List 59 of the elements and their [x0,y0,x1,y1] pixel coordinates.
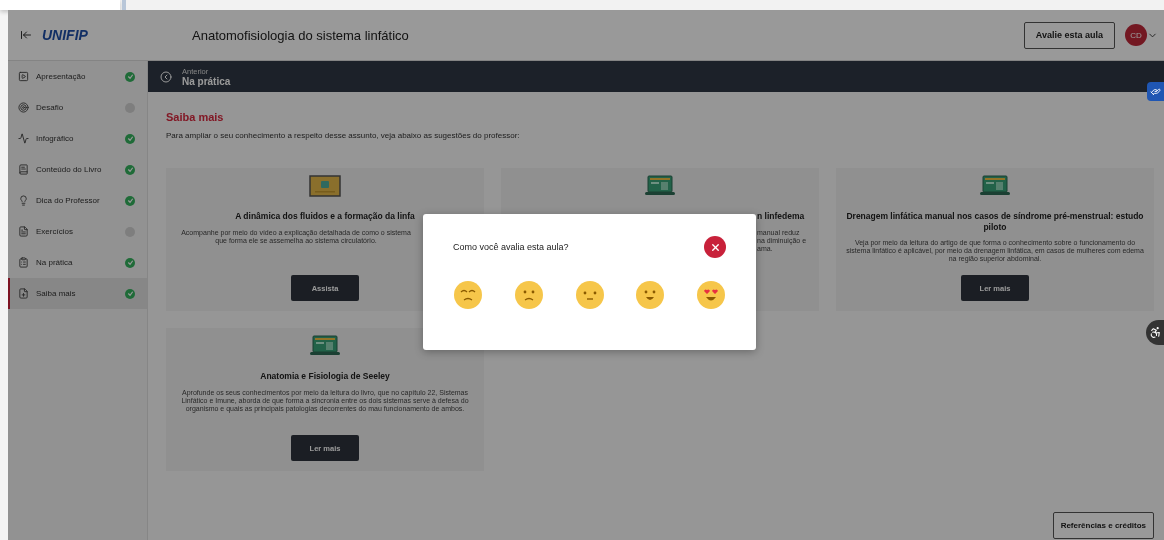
happy-face-icon [635,280,666,310]
sidebar-item[interactable]: Dica do Professor [8,185,147,216]
sidebar-item[interactable]: Saiba mais [8,278,147,309]
logo: UNIFIP [42,27,89,43]
sidebar-item-label: Infográfico [36,134,75,143]
rating-option[interactable] [574,280,605,310]
sidebar-item[interactable]: Infográfico [8,123,147,154]
card-title: n linfedema [757,211,805,222]
sidebar-item[interactable]: Na prática [8,247,147,278]
love-face-icon [696,280,726,310]
card-title: Anatomia e Fisiologia de Seeley [260,371,390,382]
rating-option[interactable] [635,280,666,310]
video-screen-icon [309,175,341,197]
book-icon [18,164,29,175]
sidebar-item-label: Conteúdo do Livro [36,165,103,174]
bulb-icon [18,195,29,206]
card-title: A dinâmica dos fluidos e a formação da linfa [235,211,415,222]
sidebar-item[interactable]: Apresentação [8,61,147,92]
card-title: Drenagem linfática manual nos casos de síndrome pré-menstrual: estudo piloto [846,211,1144,233]
play-icon [18,71,29,82]
back-icon [160,70,172,83]
sidebar-item[interactable]: Desafio [8,92,147,123]
sidebar-item[interactable]: Exercícios [8,216,147,247]
rating-option[interactable] [513,280,544,310]
previous-label: Na prática [182,75,231,87]
sidebar-item-label: Na prática [36,258,74,267]
file-plus-icon [18,288,29,299]
laptop-icon [309,335,341,357]
sad-face-icon [513,280,544,310]
section-title: Saiba mais [166,111,225,123]
sidebar-item[interactable]: Conteúdo do Livro [8,154,147,185]
wheelchair-icon [1149,326,1162,339]
sidebar-item-label: Desafio [36,103,65,112]
clipboard-icon [18,257,29,268]
user-avatar[interactable]: CD [1125,24,1147,46]
laptop-icon [644,175,676,197]
hands-icon [1150,86,1161,97]
rating-option[interactable] [453,280,483,310]
collapse-menu-icon[interactable] [20,29,32,41]
file-icon [18,226,29,237]
tired-face-icon [453,280,483,310]
chart-icon [18,133,29,144]
rating-question: Como você avalia esta aula? [453,242,569,252]
rating-option[interactable] [696,280,726,310]
neutral-face-icon [574,280,605,310]
close-icon [709,241,721,253]
sidebar-item-label: Dica do Professor [36,196,101,205]
references-button[interactable]: Referências e créditos [1052,512,1154,539]
background-window-edge [122,0,126,10]
close-button[interactable] [704,236,726,258]
sidebar-item-label: Exercícios [36,227,74,236]
sign-language-tab[interactable] [1147,82,1164,101]
sidebar-item-label: Saiba mais [36,289,77,298]
sidebar-item-label: Apresentação [36,72,87,81]
section-intro: Para ampliar o seu conhecimento a respeito desse assunto, veja abaixo as sugestões do professor: [166,131,521,140]
laptop-icon [979,175,1011,197]
target-icon [18,102,29,113]
lesson-title: Anatomofisiologia do sistema linfático [192,27,410,43]
rate-lesson-button[interactable]: Avalie esta aula [1023,21,1115,49]
